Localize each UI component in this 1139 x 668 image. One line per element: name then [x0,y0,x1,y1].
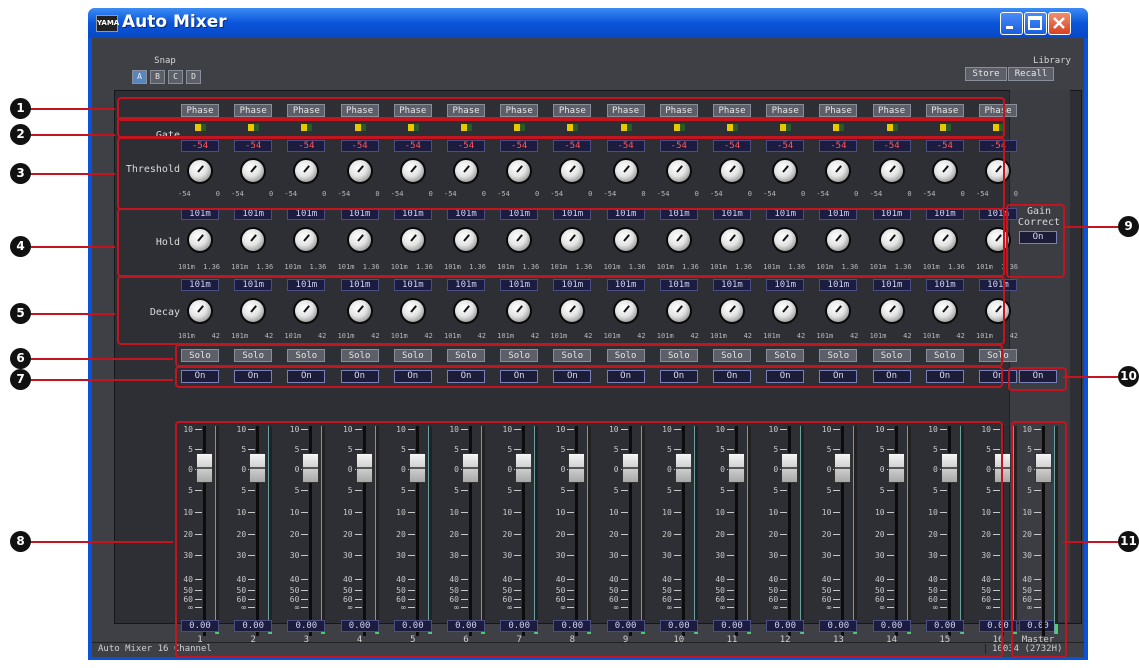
callout-9: 9 [1118,216,1139,237]
minimize-icon [1006,26,1013,29]
snap-label: Snap [154,56,176,66]
callout-8: 8 [10,531,31,552]
callout-5: 5 [10,303,31,324]
callout-box [117,137,1005,210]
callout-leader [30,246,115,248]
library-label: Library [1033,56,1071,66]
snap-b-button[interactable]: B [150,70,165,84]
decay-range-max: 42 [1009,332,1018,340]
callout-11: 11 [1118,531,1139,552]
recall-button[interactable]: Recall [1008,67,1054,81]
close-icon [1053,17,1065,29]
minimize-button[interactable] [1000,12,1023,35]
callout-2: 2 [10,124,31,145]
threshold-range-max: 0 [1013,190,1018,198]
callout-6: 6 [10,348,31,369]
callout-leader [30,379,173,381]
callout-1: 1 [10,98,31,119]
callout-7: 7 [10,369,31,390]
callout-leader [30,108,115,110]
callout-box [1006,204,1065,278]
callout-leader [1063,376,1118,378]
callout-box [117,208,1005,277]
callout-box [1008,367,1067,391]
callout-leader [30,313,115,315]
callout-leader [30,358,173,360]
callout-box [117,276,1005,345]
window-title: Auto Mixer [122,12,227,32]
close-button[interactable] [1048,12,1071,35]
callout-leader [30,173,115,175]
callout-leader [1063,541,1118,543]
callout-box [117,117,1005,138]
callout-box [175,421,1003,658]
app-icon: YAMA [96,15,119,32]
callout-box [175,344,1003,367]
snap-d-button[interactable]: D [186,70,201,84]
callout-box [175,366,1003,388]
callout-leader [30,541,173,543]
title-bar[interactable]: YAMA Auto Mixer [88,8,1088,38]
callout-10: 10 [1118,366,1139,387]
maximize-icon [1028,16,1042,30]
callout-leader [30,134,115,136]
callout-box [1011,421,1067,658]
callout-leader [1063,226,1118,228]
snap-c-button[interactable]: C [168,70,183,84]
store-button[interactable]: Store [965,67,1007,81]
callout-4: 4 [10,236,31,257]
callout-3: 3 [10,163,31,184]
snap-a-button[interactable]: A [132,70,147,84]
maximize-button[interactable] [1024,12,1047,35]
